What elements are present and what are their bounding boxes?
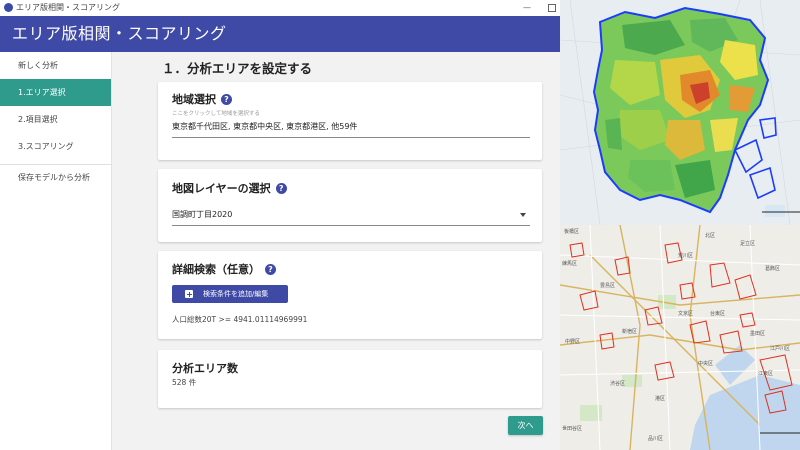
- map-label: 江東区: [758, 370, 773, 377]
- layer-title: 地図レイヤーの選択?: [172, 180, 287, 196]
- map-label: 世田谷区: [562, 425, 582, 432]
- map-label: 中央区: [698, 360, 713, 367]
- plus-square-icon: [185, 290, 193, 298]
- window-titlebar: エリア版相関・スコアリング —: [0, 0, 560, 16]
- sidebar-item-label: 3.スコアリング: [18, 142, 74, 151]
- sidebar-item-saved-model[interactable]: 保存モデルから分析: [0, 164, 111, 191]
- map-label: 北区: [705, 232, 715, 239]
- map-label: 荒川区: [678, 252, 693, 259]
- area-count-card: 分析エリア数 528 件: [158, 350, 542, 408]
- detail-title: 詳細検索（任意）?: [172, 261, 276, 277]
- region-hint: ここをクリックして地域を選択する: [172, 111, 260, 117]
- add-search-condition-button[interactable]: 検索条件を追加/編集: [172, 285, 288, 303]
- layer-title-text: 地図レイヤーの選択: [172, 182, 271, 195]
- window-title: エリア版相関・スコアリング: [16, 3, 120, 12]
- sidebar-item-field-select[interactable]: 2.項目選択: [0, 106, 111, 133]
- app-title: エリア版相関・スコアリング: [12, 24, 227, 43]
- dropdown-arrow-icon[interactable]: [520, 213, 526, 217]
- sidebar-item-label: 新しく分析: [18, 61, 58, 70]
- sidebar-item-area-select[interactable]: 1.エリア選択: [0, 79, 111, 106]
- map-label: 板橋区: [564, 228, 579, 235]
- layer-card: 地図レイヤーの選択? 国調町丁目2020: [158, 169, 542, 242]
- map-label: 台東区: [710, 310, 725, 317]
- map-label: 豊島区: [600, 282, 615, 289]
- map-label: 墨田区: [750, 331, 765, 337]
- map-label: 江戸川区: [770, 345, 790, 352]
- area-count-value: 528 件: [172, 378, 197, 387]
- map-label: 渋谷区: [610, 380, 625, 387]
- detail-search-card: 詳細検索（任意）? 検索条件を追加/編集 人口総数20T >= 4941.011…: [158, 251, 542, 339]
- map-label: 足立区: [740, 240, 755, 247]
- region-title: 地域選択?: [172, 91, 232, 107]
- sidebar-item-label: 保存モデルから分析: [18, 173, 90, 182]
- map-label: 港区: [655, 395, 665, 402]
- help-icon[interactable]: ?: [275, 183, 287, 194]
- layer-select-underline: [172, 225, 530, 226]
- maximize-icon: [548, 4, 556, 12]
- sidebar: 新しく分析 1.エリア選択 2.項目選択 3.スコアリング 保存モデルから分析: [0, 52, 112, 450]
- page-title: １．分析エリアを設定する: [162, 61, 313, 76]
- area-count-title: 分析エリア数: [172, 362, 238, 375]
- region-title-text: 地域選択: [172, 93, 216, 106]
- main-panel: １．分析エリアを設定する 地域選択? ここをクリックして地域を選択する 東京都千…: [112, 52, 560, 450]
- maximize-button[interactable]: [544, 1, 558, 14]
- street-map-svg: 板橋区 北区 荒川区 文京区 中野区 新宿区 台東区 墨田区 渋谷区 中央区 江…: [560, 225, 800, 450]
- help-icon[interactable]: ?: [265, 264, 276, 275]
- layer-select[interactable]: 国調町丁目2020: [172, 209, 232, 220]
- sidebar-item-label: 2.項目選択: [18, 115, 58, 124]
- add-search-condition-label: 検索条件を追加/編集: [203, 290, 269, 298]
- map-label: 新宿区: [622, 328, 637, 335]
- sidebar-item-label: 1.エリア選択: [18, 88, 66, 97]
- street-map[interactable]: 板橋区 北区 荒川区 文京区 中野区 新宿区 台東区 墨田区 渋谷区 中央区 江…: [560, 225, 800, 450]
- detail-title-text: 詳細検索（任意）: [172, 263, 260, 276]
- next-button[interactable]: 次へ: [508, 416, 543, 435]
- map-label: 品川区: [648, 436, 663, 442]
- sidebar-item-scoring[interactable]: 3.スコアリング: [0, 133, 111, 160]
- app-header: エリア版相関・スコアリング: [0, 16, 560, 52]
- map-label: 文京区: [678, 310, 693, 317]
- help-icon[interactable]: ?: [221, 94, 232, 105]
- sidebar-item-new-analysis[interactable]: 新しく分析: [0, 52, 111, 79]
- region-field[interactable]: 東京都千代田区, 東京都中央区, 東京都港区, 他59件: [172, 121, 357, 132]
- search-condition-text: 人口総数20T >= 4941.01114969991: [172, 315, 308, 324]
- choropleth-svg: [560, 0, 800, 225]
- map-label: 中野区: [565, 338, 580, 345]
- minimize-button[interactable]: —: [520, 1, 534, 14]
- map-label: 葛飾区: [765, 265, 780, 272]
- region-card: 地域選択? ここをクリックして地域を選択する 東京都千代田区, 東京都中央区, …: [158, 82, 542, 160]
- choropleth-map[interactable]: [560, 0, 800, 225]
- region-field-underline: [172, 137, 530, 138]
- map-label: 練馬区: [562, 260, 577, 267]
- app-icon: [4, 3, 13, 12]
